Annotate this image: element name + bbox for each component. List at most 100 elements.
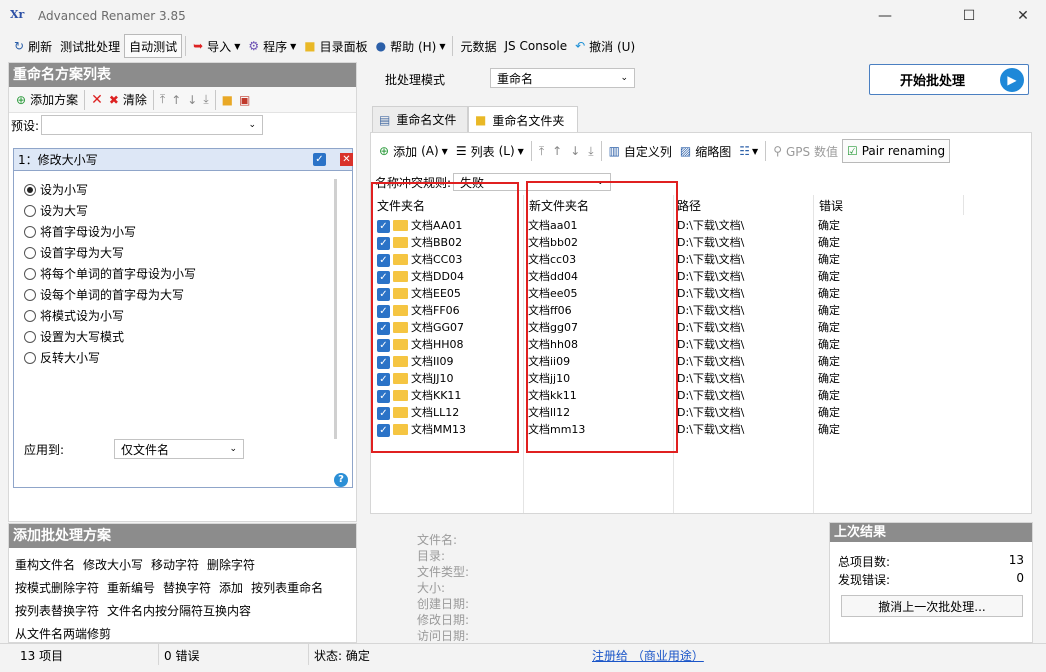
move-top-button[interactable]: ⤒	[535, 139, 548, 163]
undo-last-batch-button[interactable]: 撤消上一次批处理...	[841, 595, 1023, 617]
move-down-button[interactable]: ↓	[184, 88, 200, 112]
status-divider	[158, 644, 159, 665]
chevron-down-icon: ⌄	[248, 120, 257, 130]
toolbar-divider	[214, 89, 216, 110]
checkbox-icon: ☑	[846, 144, 858, 158]
method-link[interactable]: 修改大小写	[83, 554, 143, 577]
case-option[interactable]: 设首字母为大写	[24, 242, 352, 263]
method-enabled-checkbox[interactable]: ✓	[313, 153, 326, 166]
case-option[interactable]: 将模式设为小写	[24, 305, 352, 326]
help-menu[interactable]: ● 帮助 (H) ▼	[372, 34, 450, 58]
radio-button[interactable]	[24, 225, 36, 238]
method-link[interactable]: 添加	[219, 577, 243, 600]
batch-mode-dropdown[interactable]: 重命名 ⌄	[490, 68, 635, 88]
chevron-down-icon: ▼	[439, 41, 446, 51]
tab-rename-files[interactable]: ▤ 重命名文件	[372, 106, 468, 132]
total-items-label: 总项目数:	[838, 555, 891, 569]
radio-button[interactable]	[24, 267, 36, 280]
js-console-button[interactable]: JS Console	[501, 34, 572, 58]
help-icon[interactable]: ?	[334, 473, 348, 487]
add-method-button[interactable]: ⊕ 添加方案	[13, 88, 81, 112]
metadata-button[interactable]: 元数据	[456, 34, 500, 58]
move-bottom-button[interactable]: ⤓	[200, 88, 211, 112]
folder-path: D:\下载\文档\	[677, 236, 745, 249]
move-up-button[interactable]: ↑	[168, 88, 184, 112]
dir-panel-button[interactable]: ■ 目录面板	[300, 34, 371, 58]
custom-columns-button[interactable]: ▥ 自定义列	[605, 139, 676, 163]
folder-path: D:\下载\文档\	[677, 321, 745, 334]
maximize-button[interactable]: ☐	[946, 0, 992, 32]
method-link[interactable]: 重构文件名	[15, 554, 75, 577]
tab-rename-folders[interactable]: ■ 重命名文件夹	[468, 106, 578, 133]
move-up-button[interactable]: ↑	[548, 139, 566, 163]
radio-button[interactable]	[24, 330, 36, 343]
move-down-button[interactable]: ↓	[566, 139, 584, 163]
radio-button[interactable]	[24, 204, 36, 217]
list-menu[interactable]: ☰ 列表 (L) ▼	[452, 139, 528, 163]
gps-button[interactable]: ⚲ GPS 数值	[769, 139, 842, 163]
case-option[interactable]: 设为小写	[24, 179, 352, 200]
pair-renaming-toggle[interactable]: ☑ Pair renaming	[841, 139, 951, 163]
method-link[interactable]: 重新编号	[107, 577, 155, 600]
toolbar-divider	[84, 89, 86, 110]
import-menu[interactable]: ➥ 导入 ▼	[189, 34, 244, 58]
case-option[interactable]: 设每个单词的首字母为大写	[24, 284, 352, 305]
case-option[interactable]: 设为大写	[24, 200, 352, 221]
clear-button[interactable]: ✖ 清除	[106, 88, 150, 112]
main-toolbar: ↻ 刷新 测试批处理 自动测试 ➥ 导入 ▼ ⚙ 程序 ▼ ■ 目录面板 ● 帮助 (H) ▼ …	[0, 32, 1046, 60]
method-link[interactable]: 按列表重命名	[251, 577, 323, 600]
method-link[interactable]: 文件名内按分隔符互换内容	[107, 600, 251, 623]
method-link[interactable]: 删除字符	[207, 554, 255, 577]
register-link[interactable]: 注册给 （商业用途）	[592, 647, 704, 664]
radio-button[interactable]	[24, 246, 36, 259]
row-status: 确定	[818, 338, 840, 351]
test-batch-button[interactable]: 测试批处理	[56, 34, 124, 58]
method-link[interactable]: 移动字符	[151, 554, 199, 577]
radio-button[interactable]	[24, 309, 36, 322]
file-info-label: 修改日期:	[417, 613, 470, 627]
metadata-label: 元数据	[460, 39, 497, 54]
programs-menu[interactable]: ⚙ 程序 ▼	[244, 34, 300, 58]
move-bottom-button[interactable]: ⤓	[584, 139, 597, 163]
minimize-button[interactable]: —	[862, 0, 908, 32]
apply-label: 应用到:	[24, 442, 65, 457]
title-bar: Xr Advanced Renamer 3.85 — ☐ ✕	[0, 0, 1046, 32]
grid-toolbar: ⊕ 添加 (A) ▼ ☰ 列表 (L) ▼ ⤒ ↑ ↓ ⤓ ▥ 自定义列 ▨ 缩略图 ☷ ▼ ⚲ G…	[371, 133, 1031, 169]
case-options: 设为小写 设为大写 将首字母设为小写 设首字母为大写 将每个单词的首字母设为小写 设每个单…	[14, 171, 352, 368]
case-option[interactable]: 将每个单词的首字母设为小写	[24, 263, 352, 284]
view-options-menu[interactable]: ☷ ▼	[735, 139, 762, 163]
method-link[interactable]: 替换字符	[163, 577, 211, 600]
refresh-button[interactable]: ↻ 刷新	[10, 34, 56, 58]
radio-button[interactable]	[24, 351, 36, 364]
remove-method-button[interactable]: ✕	[88, 88, 106, 112]
apply-to-dropdown[interactable]: 仅文件名 ⌄	[114, 439, 245, 459]
radio-button[interactable]	[24, 183, 36, 196]
add-items-menu[interactable]: ⊕ 添加 (A) ▼	[375, 139, 452, 163]
pair-renaming-label: Pair renaming	[861, 144, 946, 158]
preset-dropdown[interactable]: ⌄	[41, 115, 264, 135]
scrollbar[interactable]	[334, 179, 337, 439]
open-preset-button[interactable]: ■	[219, 88, 236, 112]
folder-path: D:\下载\文档\	[677, 287, 745, 300]
plus-icon: ⊕	[16, 92, 27, 107]
auto-test-toggle[interactable]: 自动测试	[124, 34, 183, 58]
case-option[interactable]: 将首字母设为小写	[24, 221, 352, 242]
column-header-error[interactable]: 错误	[813, 195, 963, 215]
save-preset-button[interactable]: ▣	[236, 88, 253, 112]
close-button[interactable]: ✕	[1000, 0, 1046, 32]
undo-button[interactable]: ↶ 撤消 (U)	[571, 34, 639, 58]
column-header-path[interactable]: 路径	[673, 195, 813, 215]
thumbnails-button[interactable]: ▨ 缩略图	[676, 139, 735, 163]
case-option[interactable]: 设置为大写模式	[24, 326, 352, 347]
radio-button[interactable]	[24, 288, 36, 301]
method-link[interactable]: 按模式删除字符	[15, 577, 99, 600]
method-link[interactable]: 按列表替换字符	[15, 600, 99, 623]
start-batch-button[interactable]: 开始批处理 ▶	[869, 64, 1029, 95]
folder-icon: ■	[475, 113, 487, 127]
move-top-button[interactable]: ⤒	[157, 88, 168, 112]
case-option[interactable]: 反转大小写	[24, 347, 352, 368]
method-header[interactable]: 1：修改大小写 ✓ ✕	[14, 149, 353, 171]
undo-last-batch-label: 撤消上一次批处理...	[878, 599, 986, 614]
start-batch-label: 开始批处理	[900, 74, 966, 89]
remove-method-icon[interactable]: ✕	[340, 153, 353, 166]
